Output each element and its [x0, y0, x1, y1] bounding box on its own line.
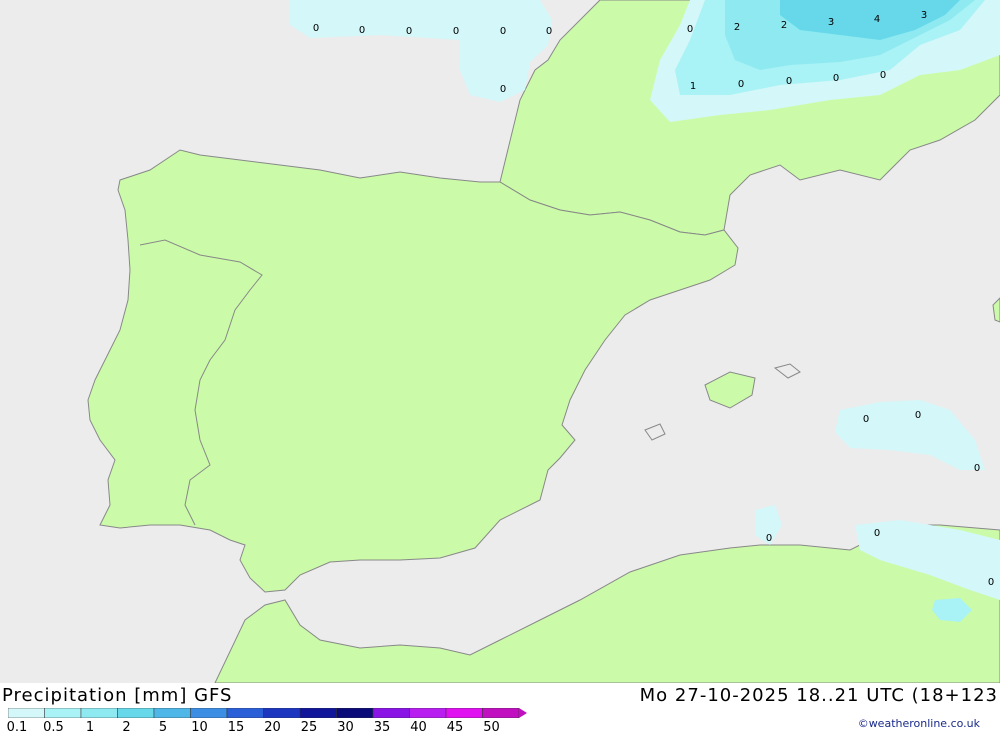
scale-swatch [153, 708, 191, 718]
scale-swatch [299, 708, 337, 718]
scale-swatch [409, 708, 447, 718]
point-value: 1 [690, 81, 696, 92]
scale-swatch [8, 708, 45, 718]
scale-swatch [117, 708, 155, 718]
point-value: 0 [974, 463, 980, 474]
scale-swatch [44, 708, 82, 718]
scale-swatch [263, 708, 301, 718]
scale-arrow [519, 708, 527, 718]
point-value: 0 [915, 410, 921, 421]
point-value: 0 [833, 73, 839, 84]
point-value: 0 [313, 23, 319, 34]
map-title: Precipitation [mm] GFS [2, 685, 233, 706]
valid-time: Mo 27-10-2025 18..21 UTC (18+123 [639, 685, 998, 706]
point-value: 3 [828, 17, 834, 28]
point-value: 0 [500, 84, 506, 95]
point-value: 0 [500, 26, 506, 37]
scale-swatch [482, 708, 520, 718]
point-value: 3 [921, 10, 927, 21]
point-value: 0 [786, 76, 792, 87]
point-value: 4 [874, 14, 880, 25]
point-value: 2 [734, 22, 740, 33]
point-value: 0 [766, 533, 772, 544]
point-value: 0 [863, 414, 869, 425]
precipitation-map: 0 0 0 0 0 0 0 0 0 0 0 0 0 0 0 0 0 0 1 2 … [0, 0, 1000, 683]
point-value: 0 [687, 24, 693, 35]
point-value: 0 [359, 25, 365, 36]
scale-swatch [80, 708, 118, 718]
point-value: 0 [546, 26, 552, 37]
point-value: 0 [406, 26, 412, 37]
scale-swatch [336, 708, 374, 718]
point-value: 0 [738, 79, 744, 90]
scale-swatch [190, 708, 228, 718]
point-value: 0 [453, 26, 459, 37]
map-footer: Precipitation [mm] GFS Mo 27-10-2025 18.… [0, 683, 1000, 735]
point-value: 0 [880, 70, 886, 81]
point-value: 0 [874, 528, 880, 539]
precipitation-color-scale [8, 708, 527, 718]
scale-swatch [445, 708, 483, 718]
copyright-text: ©weatheronline.co.uk [857, 717, 980, 730]
point-value: 0 [988, 577, 994, 588]
point-value: 2 [781, 20, 787, 31]
scale-swatch [372, 708, 410, 718]
scale-swatch [226, 708, 264, 718]
